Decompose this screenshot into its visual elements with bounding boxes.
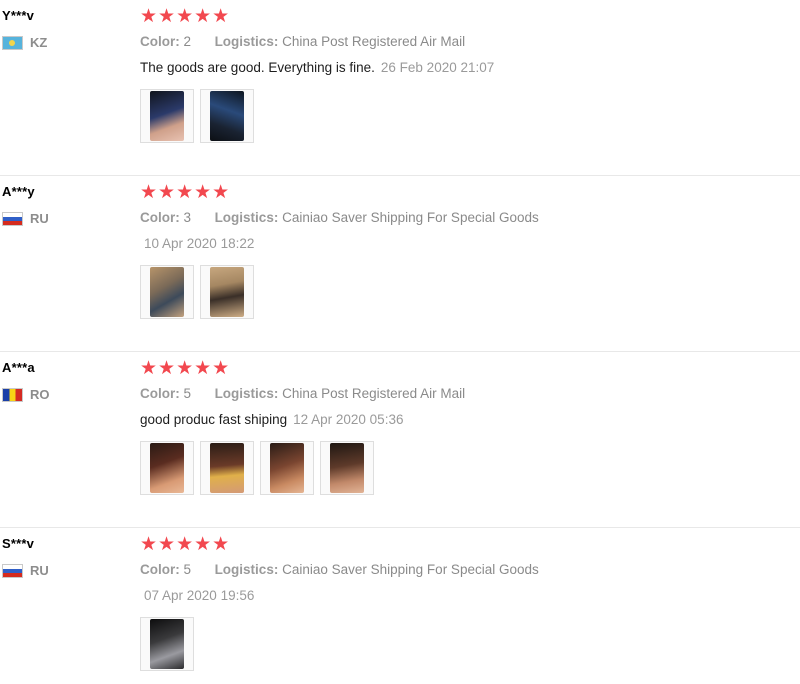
- color-value: 2: [183, 34, 192, 49]
- review-photo-thumbnail[interactable]: [260, 441, 314, 495]
- review-photos: [140, 265, 780, 319]
- review-content: ★★★★★ Color: 2 Logistics: China Post Reg…: [140, 7, 780, 143]
- color-value: 5: [183, 386, 192, 401]
- review-feedback: good produc fast shiping 12 Apr 2020 05:3…: [140, 411, 780, 429]
- reviewer-info: A***a RO: [2, 360, 122, 402]
- star-rating: ★★★★★: [140, 182, 231, 203]
- review-photo-thumbnail[interactable]: [200, 441, 254, 495]
- ru-flag-icon: [2, 211, 23, 226]
- logistics-label: Logistics:: [214, 562, 279, 577]
- country-code: KZ: [30, 35, 48, 50]
- color-label: Color:: [140, 34, 180, 49]
- country-code: RU: [30, 211, 49, 226]
- logistics-value: Cainiao Saver Shipping For Special Goods: [282, 210, 539, 225]
- photo-image: [150, 619, 184, 669]
- review-item: S***v RU ★★★★★ Color: 5 Logistics: Caini…: [0, 528, 800, 684]
- review-photo-thumbnail[interactable]: [140, 441, 194, 495]
- reviewer-name: Y***v: [2, 8, 35, 23]
- logistics-label: Logistics:: [214, 210, 279, 225]
- color-value: 3: [183, 210, 192, 225]
- reviewer-info: Y***v KZ: [2, 8, 122, 50]
- review-item: A***y RU ★★★★★ Color: 3 Logistics: Caini…: [0, 176, 800, 352]
- star-rating: ★★★★★: [140, 358, 231, 379]
- review-content: ★★★★★ Color: 5 Logistics: Cainiao Saver …: [140, 535, 780, 671]
- color-value: 5: [183, 562, 192, 577]
- order-info: Color: 2 Logistics: China Post Registere…: [140, 33, 780, 51]
- photo-image: [150, 267, 184, 317]
- photo-image: [210, 267, 244, 317]
- reviewer-name: A***a: [2, 360, 35, 375]
- review-date: 26 Feb 2020 21:07: [380, 60, 495, 75]
- reviewer-info: S***v RU: [2, 536, 122, 578]
- review-feedback: 07 Apr 2020 19:56: [140, 587, 780, 605]
- photo-image: [210, 91, 244, 141]
- logistics-value: China Post Registered Air Mail: [282, 386, 466, 401]
- review-list: Y***v KZ ★★★★★ Color: 2 Logistics: China…: [0, 0, 800, 684]
- review-item: Y***v KZ ★★★★★ Color: 2 Logistics: China…: [0, 0, 800, 176]
- color-label: Color:: [140, 562, 180, 577]
- review-photo-thumbnail[interactable]: [140, 89, 194, 143]
- reviewer-info: A***y RU: [2, 184, 122, 226]
- ro-flag-icon: [2, 387, 23, 402]
- review-feedback: The goods are good. Everything is fine. 2…: [140, 59, 780, 77]
- review-text: The goods are good. Everything is fine.: [140, 60, 375, 75]
- country-code: RO: [30, 387, 50, 402]
- order-info: Color: 5 Logistics: China Post Registere…: [140, 385, 780, 403]
- review-content: ★★★★★ Color: 3 Logistics: Cainiao Saver …: [140, 183, 780, 319]
- review-photos: [140, 89, 780, 143]
- review-photo-thumbnail[interactable]: [140, 265, 194, 319]
- star-rating: ★★★★★: [140, 6, 231, 27]
- review-photos: [140, 441, 780, 495]
- review-photo-thumbnail[interactable]: [200, 89, 254, 143]
- review-date: 10 Apr 2020 18:22: [144, 236, 255, 251]
- logistics-label: Logistics:: [214, 34, 279, 49]
- review-photos: [140, 617, 780, 671]
- logistics-label: Logistics:: [214, 386, 279, 401]
- review-date: 07 Apr 2020 19:56: [144, 588, 255, 603]
- review-content: ★★★★★ Color: 5 Logistics: China Post Reg…: [140, 359, 780, 495]
- order-info: Color: 5 Logistics: Cainiao Saver Shippi…: [140, 561, 780, 579]
- kz-flag-icon: [2, 35, 23, 50]
- review-feedback: 10 Apr 2020 18:22: [140, 235, 780, 253]
- reviewer-name: A***y: [2, 184, 35, 199]
- photo-image: [210, 443, 244, 493]
- reviewer-name: S***v: [2, 536, 35, 551]
- order-info: Color: 3 Logistics: Cainiao Saver Shippi…: [140, 209, 780, 227]
- ru-flag-icon: [2, 563, 23, 578]
- review-text: good produc fast shiping: [140, 412, 288, 427]
- reviewer-country: RU: [2, 211, 122, 226]
- logistics-value: China Post Registered Air Mail: [282, 34, 466, 49]
- country-code: RU: [30, 563, 49, 578]
- reviewer-country: RU: [2, 563, 122, 578]
- review-date: 12 Apr 2020 05:36: [293, 412, 404, 427]
- photo-image: [330, 443, 364, 493]
- photo-image: [150, 91, 184, 141]
- logistics-value: Cainiao Saver Shipping For Special Goods: [282, 562, 539, 577]
- reviewer-country: KZ: [2, 35, 122, 50]
- review-photo-thumbnail[interactable]: [200, 265, 254, 319]
- review-photo-thumbnail[interactable]: [320, 441, 374, 495]
- photo-image: [270, 443, 304, 493]
- color-label: Color:: [140, 386, 180, 401]
- review-photo-thumbnail[interactable]: [140, 617, 194, 671]
- photo-image: [150, 443, 184, 493]
- color-label: Color:: [140, 210, 180, 225]
- star-rating: ★★★★★: [140, 534, 231, 555]
- reviewer-country: RO: [2, 387, 122, 402]
- review-item: A***a RO ★★★★★ Color: 5 Logistics: China…: [0, 352, 800, 528]
